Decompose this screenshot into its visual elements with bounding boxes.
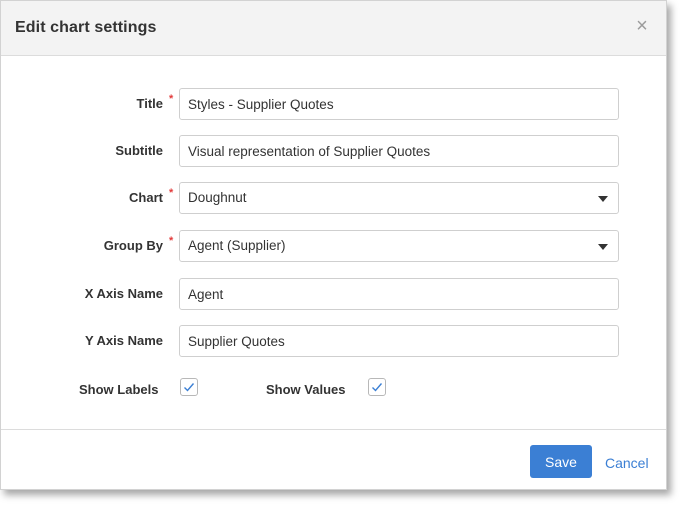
close-icon[interactable]: × <box>634 16 650 36</box>
checkmark-icon <box>372 383 383 392</box>
chart-select-value: Doughnut <box>188 190 247 205</box>
cancel-link[interactable]: Cancel <box>605 455 649 471</box>
group-by-row: Group By * Agent (Supplier) <box>1 230 666 262</box>
chart-row: Chart * Doughnut <box>1 182 666 214</box>
checkmark-icon <box>184 383 195 392</box>
x-axis-name-label: X Axis Name <box>84 286 163 301</box>
dialog-footer: Save Cancel <box>1 429 666 489</box>
edit-chart-settings-dialog: Edit chart settings × Title * Subtitle C… <box>0 0 667 490</box>
x-axis-name-input[interactable] <box>179 278 619 310</box>
show-values-label: Show Values <box>266 382 346 397</box>
chevron-down-icon <box>598 196 608 202</box>
group-by-select[interactable]: Agent (Supplier) <box>179 230 619 262</box>
group-by-label: Group By <box>103 238 163 253</box>
y-axis-name-input[interactable] <box>179 325 619 357</box>
subtitle-input[interactable] <box>179 135 619 167</box>
dialog-title: Edit chart settings <box>15 19 157 36</box>
display-options-row: Show Labels Show Values <box>1 378 666 400</box>
subtitle-row: Subtitle <box>1 135 666 167</box>
required-marker: * <box>169 187 174 199</box>
show-labels-checkbox[interactable] <box>180 378 198 396</box>
chart-label: Chart <box>129 190 163 205</box>
chevron-down-icon <box>598 244 608 250</box>
subtitle-label: Subtitle <box>115 143 163 158</box>
x-axis-name-row: X Axis Name <box>1 278 666 310</box>
save-button[interactable]: Save <box>530 445 592 478</box>
show-labels-label: Show Labels <box>79 382 159 397</box>
required-marker: * <box>169 93 174 105</box>
chart-select[interactable]: Doughnut <box>179 182 619 214</box>
required-marker: * <box>169 235 174 247</box>
y-axis-name-label: Y Axis Name <box>84 333 163 348</box>
title-row: Title * <box>1 88 666 120</box>
title-input[interactable] <box>179 88 619 120</box>
title-label: Title <box>136 96 164 111</box>
show-values-checkbox[interactable] <box>368 378 386 396</box>
group-by-select-value: Agent (Supplier) <box>188 238 286 253</box>
dialog-header: Edit chart settings × <box>1 1 666 56</box>
y-axis-name-row: Y Axis Name <box>1 325 666 357</box>
